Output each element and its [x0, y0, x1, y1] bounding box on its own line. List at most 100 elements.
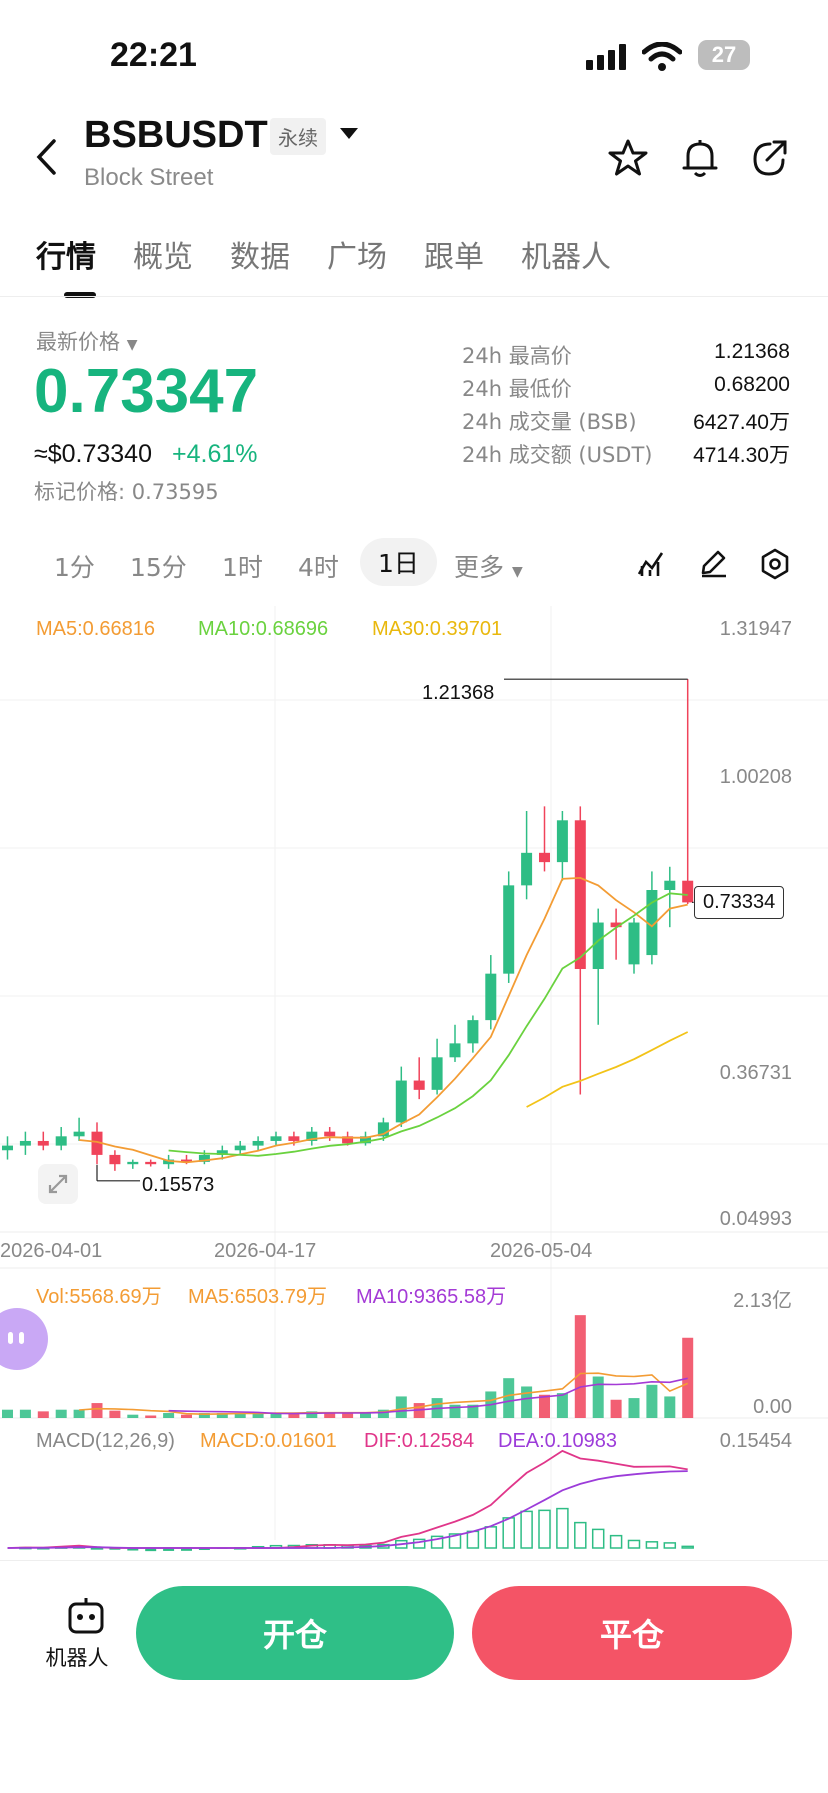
dif-value: DIF:0.12584	[364, 1430, 475, 1452]
perpetual-badge: 永续	[270, 118, 326, 155]
macd-bar	[627, 1539, 641, 1549]
interval-1d[interactable]: 1日	[360, 538, 437, 586]
last-price: 0.73347	[34, 357, 259, 426]
volume-bar	[610, 1399, 622, 1418]
ma10-line	[168, 892, 688, 1157]
divider	[0, 1560, 828, 1561]
volume-bar	[73, 1409, 85, 1418]
macd-bar	[591, 1528, 605, 1549]
date-tick: 2026-05-04	[490, 1240, 593, 1262]
back-arrow-icon[interactable]	[34, 138, 58, 176]
stat-label-high: 24h 最高价	[462, 344, 572, 368]
candle-body	[270, 1136, 282, 1141]
pair-dropdown-icon[interactable]	[340, 128, 358, 140]
draw-pencil-icon[interactable]	[698, 548, 728, 578]
volume-bar	[539, 1394, 550, 1418]
candle-body	[664, 880, 676, 891]
macd-value: MACD:0.01601	[200, 1430, 337, 1452]
macd-bar	[502, 1517, 515, 1549]
battery-indicator: 27	[698, 40, 750, 70]
tab-data[interactable]: 数据	[230, 232, 290, 276]
candle-body	[449, 1043, 461, 1058]
mark-price: 标记价格: 0.73595	[34, 480, 219, 504]
volume-bar	[682, 1337, 694, 1418]
volume-bar	[37, 1411, 49, 1418]
stat-label-volume: 24h 成交量 (BSB)	[462, 410, 637, 434]
candle-body	[252, 1140, 264, 1146]
stat-value-turnover: 4714.30万	[693, 444, 790, 467]
candle-body	[324, 1131, 336, 1137]
macd-bar	[663, 1542, 677, 1549]
tab-copy-trade[interactable]: 跟单	[424, 232, 484, 276]
open-position-button[interactable]: 开仓	[136, 1586, 454, 1680]
volume-bar	[163, 1413, 175, 1418]
settings-hexagon-icon[interactable]	[760, 548, 790, 580]
robot-button[interactable]: 机器人	[40, 1596, 114, 1670]
volume-bar	[503, 1378, 515, 1418]
expand-chart-button[interactable]	[38, 1164, 78, 1204]
candle-body	[234, 1145, 246, 1151]
volume-bar	[646, 1384, 658, 1418]
candle-body	[19, 1140, 31, 1146]
candle-body	[592, 922, 604, 970]
stat-value-low: 0.68200	[714, 373, 790, 396]
interval-15m[interactable]: 15分	[130, 548, 187, 584]
assistant-face-icon	[8, 1332, 24, 1344]
close-position-button[interactable]: 平仓	[472, 1586, 792, 1680]
interval-4h[interactable]: 4时	[298, 548, 339, 584]
tab-square[interactable]: 广场	[327, 232, 387, 276]
candle-body	[109, 1154, 121, 1165]
date-tick: 2026-04-01	[0, 1240, 103, 1262]
candle-body	[485, 973, 497, 1021]
share-icon[interactable]	[750, 138, 790, 178]
stat-value-volume: 6427.40万	[693, 411, 790, 434]
candle-body	[556, 820, 568, 863]
volume-bar	[521, 1386, 533, 1418]
star-icon[interactable]	[608, 138, 648, 178]
usd-price: ≈$0.73340	[34, 440, 152, 468]
floating-assistant-button[interactable]	[0, 1308, 48, 1370]
volume-ma5-value: MA5:6503.79万	[188, 1286, 327, 1308]
candle-body	[55, 1136, 67, 1146]
volume-axis-tick: 0.00	[753, 1396, 792, 1418]
candle-body	[2, 1145, 13, 1151]
stat-label-turnover: 24h 成交额 (USDT)	[462, 443, 653, 467]
volume-bar	[181, 1414, 192, 1418]
candle-body	[521, 852, 533, 886]
volume-bar	[592, 1376, 604, 1418]
price-axis-tick: 0.04993	[719, 1208, 792, 1230]
macd-bar	[466, 1530, 480, 1549]
bell-icon[interactable]	[680, 138, 720, 180]
indicator-icon[interactable]	[636, 548, 666, 578]
price-axis-tick: 0.36731	[719, 1062, 792, 1084]
interval-1m[interactable]: 1分	[54, 548, 95, 584]
macd-bar	[645, 1541, 659, 1549]
last-price-label[interactable]: 最新价格 ▼	[36, 326, 137, 356]
volume-ma10-line	[168, 1377, 688, 1415]
candlestick-chart[interactable]	[0, 606, 828, 1556]
interval-more[interactable]: 更多 ▼	[454, 548, 523, 584]
volume-bar	[91, 1403, 103, 1418]
volume-ma10-value: MA10:9365.58万	[356, 1286, 507, 1308]
candle-body	[395, 1080, 407, 1123]
robot-icon	[68, 1598, 103, 1634]
interval-1h[interactable]: 1时	[222, 548, 263, 584]
candle-body	[413, 1080, 425, 1090]
dea-value: DEA:0.10983	[498, 1430, 617, 1452]
volume-bar	[360, 1413, 371, 1418]
divider	[0, 296, 828, 297]
volume-bar	[574, 1315, 586, 1418]
macd-bar	[609, 1534, 623, 1549]
ma30-value: MA30:0.39701	[372, 618, 503, 640]
volume-bar	[2, 1409, 13, 1418]
caret-down-icon: ▼	[126, 337, 138, 353]
stat-label-low: 24h 最低价	[462, 377, 572, 401]
volume-bar	[556, 1393, 568, 1418]
pair-symbol[interactable]: BSBUSDT	[84, 114, 268, 157]
tab-overview[interactable]: 概览	[133, 232, 193, 276]
high-callout: 1.21368	[422, 682, 495, 704]
macd-bar	[556, 1507, 569, 1549]
volume-bar	[109, 1410, 121, 1418]
tab-bot[interactable]: 机器人	[521, 232, 611, 276]
tab-market[interactable]: 行情	[36, 232, 96, 276]
